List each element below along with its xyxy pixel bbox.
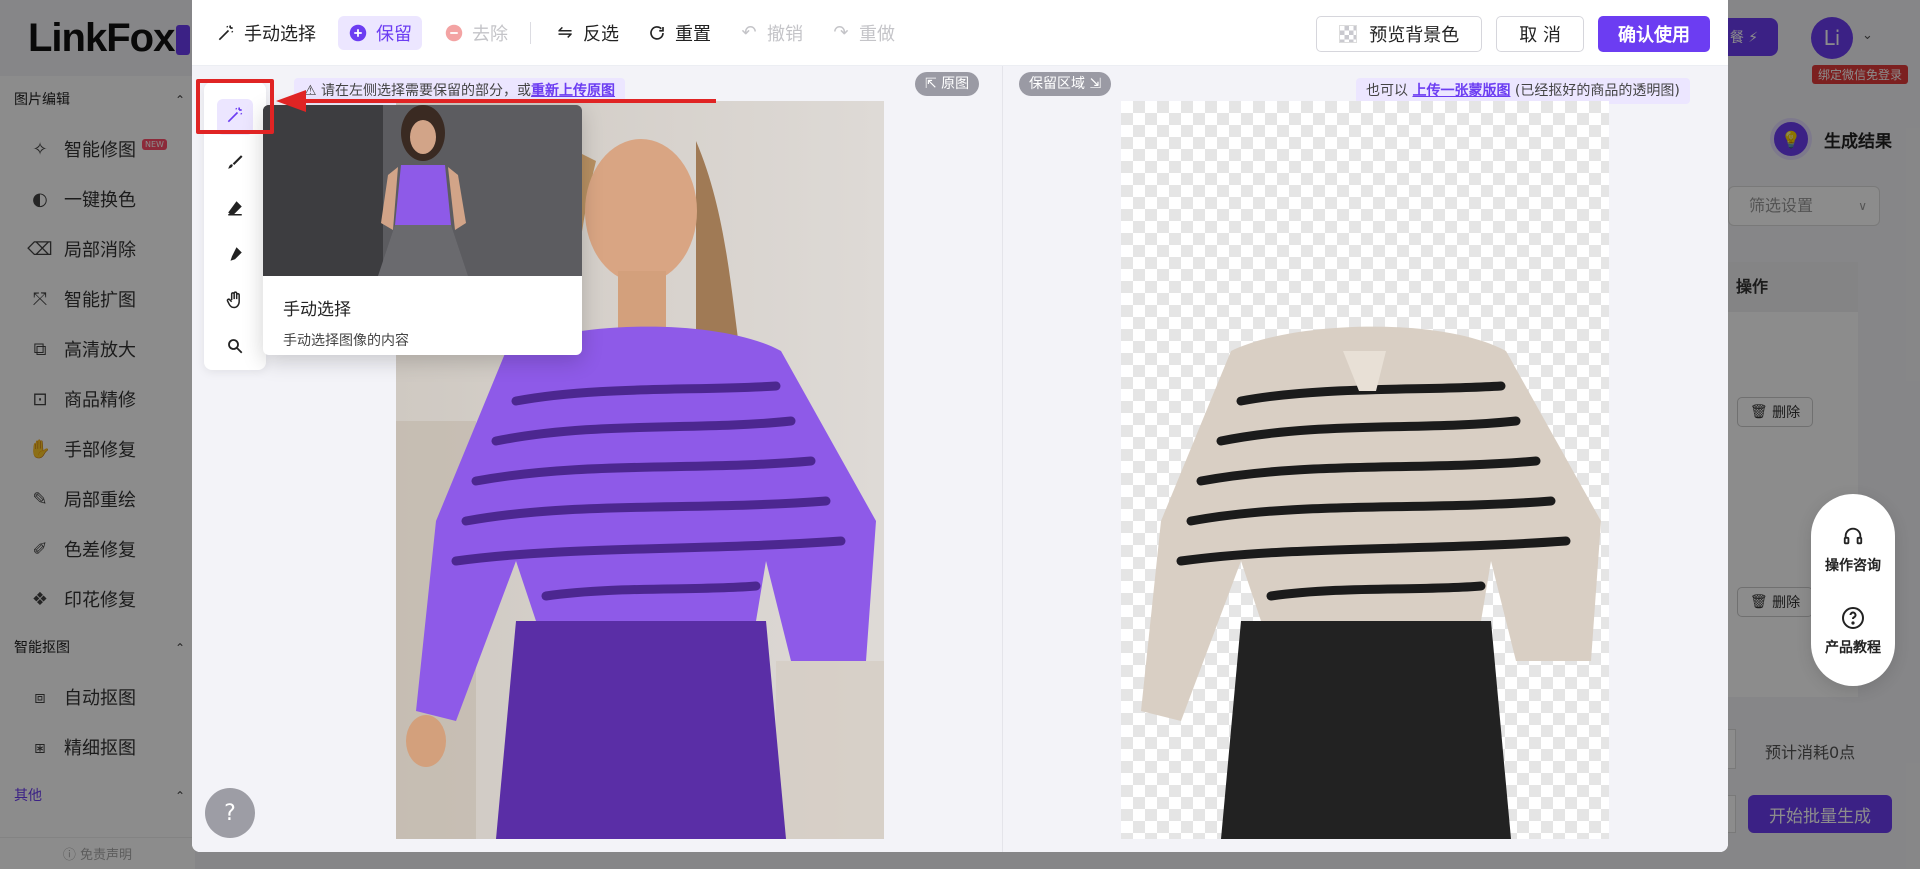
original-tag[interactable]: ⇱ 原图 — [915, 72, 980, 96]
swap-arrows-icon: ⇋ — [557, 22, 573, 43]
cutout-editor-modal: 手动选择 保留 去除 ⇋ 反选 重置 ↶ 撤销 ↷ 重做 预览背景色 取 消 确… — [192, 0, 1728, 852]
tooltip-preview-image — [263, 105, 582, 276]
redo-icon: ↷ — [833, 22, 849, 43]
help-button[interactable]: ? — [205, 788, 255, 838]
headset-icon — [1840, 523, 1866, 549]
refresh-icon — [647, 23, 667, 43]
tooltip-description: 手动选择图像的内容 — [283, 333, 409, 349]
highlight-box — [196, 79, 274, 134]
hand-pan-tool[interactable] — [217, 284, 253, 320]
zoom-tool[interactable] — [217, 330, 253, 366]
tool-tooltip: 手动选择 手动选择图像的内容 — [263, 105, 582, 355]
pen-tool[interactable] — [217, 238, 253, 274]
undo-icon: ↶ — [741, 22, 757, 43]
remove-mode-button[interactable]: 去除 — [438, 16, 514, 50]
plus-circle-icon — [348, 23, 368, 43]
pen-icon — [226, 245, 244, 267]
redo-button[interactable]: ↷ 重做 — [825, 16, 901, 50]
eraser-tool[interactable] — [217, 192, 253, 228]
keep-area-tag[interactable]: 保留区域 ⇲ — [1019, 72, 1112, 96]
manual-select-tool[interactable]: 手动选择 — [210, 16, 322, 50]
reset-button[interactable]: 重置 — [641, 16, 717, 50]
question-circle-icon — [1840, 605, 1866, 631]
confirm-button[interactable]: 确认使用 — [1598, 16, 1710, 52]
brush-tool[interactable] — [217, 146, 253, 182]
tooltip-title: 手动选择 — [283, 300, 351, 320]
magnifier-icon — [226, 337, 244, 359]
editor-workspace: ⚠ 请在左侧选择需要保留的部分，或重新上传原图 ⇱ 原图 保留区域 ⇲ 也可以 … — [192, 66, 1728, 852]
invert-selection-button[interactable]: ⇋ 反选 — [549, 16, 625, 50]
cancel-button[interactable]: 取 消 — [1496, 16, 1584, 52]
preview-background-button[interactable]: 预览背景色 — [1316, 16, 1483, 52]
hand-icon — [225, 290, 245, 314]
pane-divider — [1002, 66, 1003, 852]
minus-circle-icon — [444, 23, 464, 43]
keep-mode-button[interactable]: 保留 — [338, 15, 422, 50]
toolbar-divider — [530, 21, 531, 44]
tutorial-button[interactable]: 产品教程 — [1825, 605, 1881, 657]
undo-button[interactable]: ↶ 撤销 — [733, 16, 809, 50]
annotation-arrow-icon — [276, 90, 716, 112]
editor-toolbar: 手动选择 保留 去除 ⇋ 反选 重置 ↶ 撤销 ↷ 重做 预览背景色 取 消 确… — [192, 0, 1728, 66]
magic-wand-icon — [216, 23, 236, 43]
brush-icon — [226, 153, 244, 175]
floating-help-card: 操作咨询 产品教程 — [1811, 494, 1895, 686]
checkerboard-icon — [1339, 25, 1358, 43]
keep-area-preview[interactable] — [1121, 101, 1609, 839]
eraser-icon — [226, 199, 244, 221]
consult-button[interactable]: 操作咨询 — [1825, 523, 1881, 575]
upload-mask-link[interactable]: 上传一张蒙版图 — [1412, 83, 1510, 99]
